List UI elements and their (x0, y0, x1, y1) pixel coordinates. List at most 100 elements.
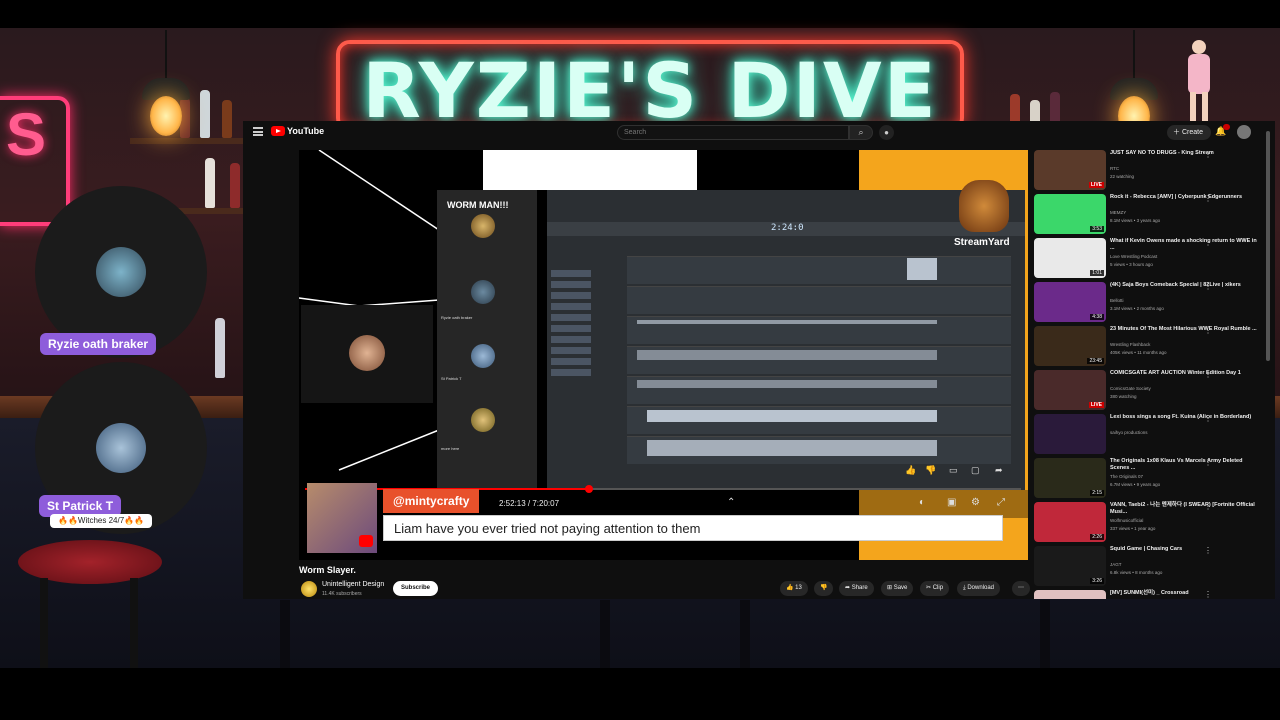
more-vert-icon[interactable]: ⋮ (1204, 370, 1212, 379)
duration-badge: 3:26 (1090, 578, 1104, 584)
video-thumbnail[interactable]: LIVE (1034, 370, 1106, 410)
daw-track (627, 286, 1011, 314)
commenter-photo (307, 483, 377, 553)
download-button[interactable]: ⤓ Download (957, 581, 1001, 596)
recommended-title[interactable]: [MV] SUNMI(선미) _ Crossroad (1110, 590, 1260, 597)
more-vert-icon[interactable]: ⋮ (1204, 414, 1212, 423)
more-vert-icon[interactable]: ⋮ (1204, 502, 1212, 511)
download-label: Download (967, 585, 995, 591)
more-vert-icon[interactable]: ⋮ (1204, 282, 1212, 291)
recommended-item[interactable]: LIVE COMICSGATE ART AUCTION Winter Editio… (1034, 370, 1274, 410)
recommended-title[interactable]: (4K) Saja Boys Comeback Special | 82Live… (1110, 282, 1260, 289)
video-thumbnail[interactable]: 2:26 (1034, 502, 1106, 542)
video-thumbnail[interactable]: 3:26 (1034, 546, 1106, 586)
thumbs-up-icon[interactable]: 👍 (905, 465, 917, 475)
video-thumbnail[interactable]: 4:38 (1034, 282, 1106, 322)
video-thumbnail[interactable] (1034, 590, 1106, 599)
video-thumbnail[interactable]: 2:15 (1034, 458, 1106, 498)
streamyard-watermark: StreamYard (954, 237, 1010, 248)
streamer-webcam (301, 305, 433, 403)
more-vert-icon[interactable]: ⋮ (1204, 150, 1212, 159)
video-thumbnail[interactable]: LIVE (1034, 150, 1106, 190)
recommended-title[interactable]: Rock it - Rebecca [AMV] | Cyberpunk Edge… (1110, 194, 1260, 201)
dislike-button[interactable]: 👎 (814, 581, 834, 596)
dancer-sticker (1180, 40, 1220, 134)
comment-icon[interactable]: ▭ (949, 465, 961, 475)
character-sticker (959, 180, 1009, 232)
video-thumbnail[interactable]: 23:45 (1034, 326, 1106, 366)
channel-avatar[interactable] (301, 581, 317, 597)
recommended-channel: Wolfmusicofficial (1110, 518, 1144, 523)
bottle (205, 158, 215, 208)
recommended-item[interactable]: 3:53 Rock it - Rebecca [AMV] | Cyberpunk … (1034, 194, 1274, 234)
search-icon[interactable]: ⌕ (849, 125, 873, 140)
account-avatar[interactable] (1237, 125, 1251, 139)
recommended-channel: JAGT (1110, 562, 1122, 567)
search-input[interactable]: Search (617, 125, 849, 140)
avatar (471, 344, 495, 368)
create-label: Create (1181, 129, 1203, 136)
more-vert-icon[interactable]: ⋮ (1204, 458, 1212, 467)
video-thumbnail[interactable] (1034, 414, 1106, 454)
recommended-item[interactable]: 2:26 VANN, Taebi2 - 나는 멘제하다 (I SWEAR) [Fo… (1034, 502, 1274, 542)
avatar (471, 280, 495, 304)
recommended-item[interactable]: 1:01 What if Kevin Owens made a shocking … (1034, 238, 1274, 278)
youtube-logo-icon[interactable] (271, 126, 285, 136)
more-vert-icon[interactable]: ⋮ (1204, 194, 1212, 203)
menu-icon[interactable] (253, 127, 263, 136)
recommended-title[interactable]: VANN, Taebi2 - 나는 멘제하다 (I SWEAR) [Fortni… (1110, 502, 1260, 516)
recommended-item[interactable]: Lexi boss sings a song Ft. Kuina (Alice … (1034, 414, 1274, 454)
guest-subtitle: 🔥🔥Witches 24/7🔥🔥 (50, 514, 153, 528)
daw-time-display: 2:24:0 (771, 223, 804, 233)
subscribe-button[interactable]: Subscribe (393, 581, 439, 596)
recommended-item[interactable]: 23:45 23 Minutes Of The Most Hilarious WW… (1034, 326, 1274, 366)
recommended-title[interactable]: The Originals 1x08 Klaus Vs Marcels Army… (1110, 458, 1260, 472)
more-vert-icon[interactable]: ⋮ (1204, 238, 1212, 247)
stool-leg (40, 578, 48, 668)
microphone-icon[interactable]: ● (879, 125, 894, 140)
letterbox-bottom (0, 668, 1280, 720)
waveform (637, 350, 937, 360)
save-button[interactable]: ⊞ Save (881, 581, 914, 596)
waveform (907, 258, 937, 280)
recommended-title[interactable]: JUST SAY NO TO DRUGS - King Stream (1110, 150, 1260, 157)
like-count: 13 (795, 585, 802, 591)
youtube-window: YouTube Search ⌕ ● ＋ Create 🔔 WORM MAN!!… (243, 121, 1275, 599)
like-button[interactable]: 👍 13 (780, 581, 808, 596)
channel-name[interactable]: Unintelligent Design (322, 581, 384, 588)
more-vert-icon[interactable]: ⋮ (1204, 590, 1212, 599)
miniplayer-icon[interactable]: ▢ (971, 465, 983, 475)
recommended-channel: RTC (1110, 166, 1120, 171)
recommended-title[interactable]: 23 Minutes Of The Most Hilarious WWE Roy… (1110, 326, 1260, 333)
more-actions-button[interactable]: ⋯ (1012, 581, 1030, 596)
youtube-logo-text[interactable]: YouTube (287, 126, 324, 136)
recommended-item[interactable]: [MV] SUNMI(선미) _ Crossroad ⋮ (1034, 590, 1274, 599)
video-thumbnail[interactable]: 3:53 (1034, 194, 1106, 234)
more-vert-icon[interactable]: ⋮ (1204, 326, 1212, 335)
share-label: Share (851, 585, 868, 591)
recommended-item[interactable]: 2:15 The Originals 1x08 Klaus Vs Marcels … (1034, 458, 1274, 498)
scrollbar[interactable] (1266, 131, 1270, 361)
create-button[interactable]: ＋ Create (1167, 125, 1211, 140)
video-player[interactable]: WORM MAN!!! Ryzie oath braker St Patrick… (299, 150, 1028, 560)
recommended-title[interactable]: Lexi boss sings a song Ft. Kuina (Alice … (1110, 414, 1260, 421)
video-thumbnail[interactable]: 1:01 (1034, 238, 1106, 278)
share-icon[interactable]: ➦ (995, 465, 1007, 475)
thumbs-down-icon[interactable]: 👎 (925, 465, 937, 475)
recommended-item[interactable]: LIVE JUST SAY NO TO DRUGS - King Stream RT… (1034, 150, 1274, 190)
duration-badge: 1:01 (1090, 270, 1104, 276)
recommended-item[interactable]: 3:26 Squid Game | Chasing Cars JAGT 6.8k vi… (1034, 546, 1274, 586)
share-button[interactable]: ➦ Share (839, 581, 874, 596)
recommended-title[interactable]: COMICSGATE ART AUCTION Winter Edition Da… (1110, 370, 1260, 377)
more-vert-icon[interactable]: ⋮ (1204, 546, 1212, 555)
clip-button[interactable]: ✂ Clip (920, 581, 950, 596)
bottle (215, 318, 225, 378)
hanging-lamp-left (138, 30, 194, 136)
background-white-shape (483, 150, 697, 190)
recommended-item[interactable]: 4:38 (4K) Saja Boys Comeback Special | 82… (1034, 282, 1274, 322)
recommended-meta: 22 watching (1110, 174, 1135, 179)
daw-channel-list (551, 270, 591, 450)
live-badge: LIVE (1088, 402, 1104, 408)
recommended-title[interactable]: What if Kevin Owens made a shocking retu… (1110, 238, 1260, 252)
recommended-title[interactable]: Squid Game | Chasing Cars (1110, 546, 1260, 553)
